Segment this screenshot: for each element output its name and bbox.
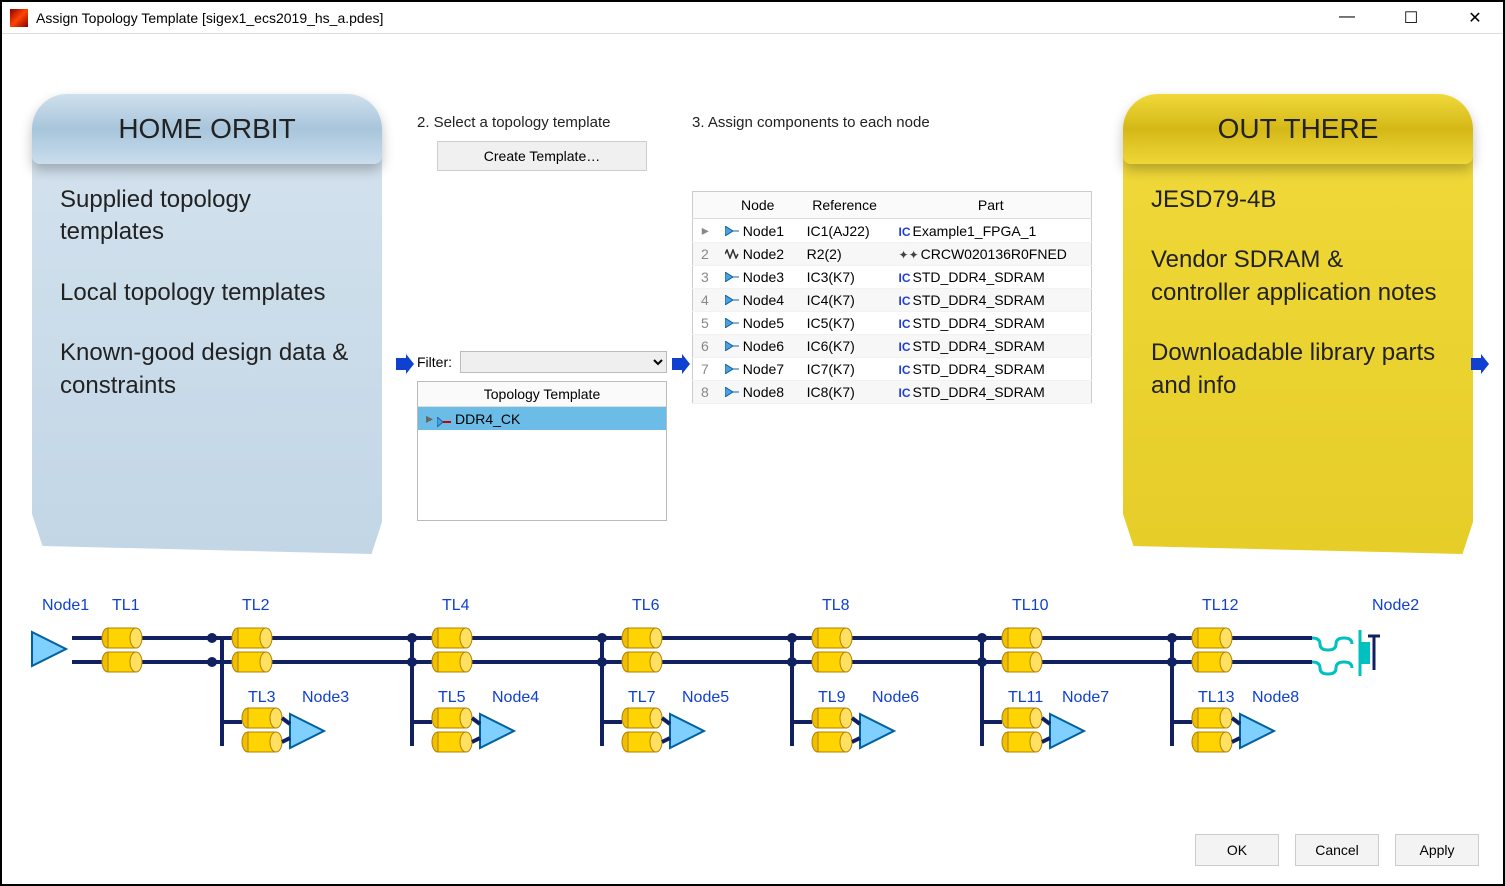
dialog-buttons: OK Cancel Apply	[1195, 834, 1479, 866]
table-row[interactable]: 5Node5IC5(K7)ICSTD_DDR4_SDRAM	[693, 312, 1092, 335]
maximize-button[interactable]: ☐	[1391, 8, 1431, 28]
apply-button[interactable]: Apply	[1395, 834, 1479, 866]
step2-panel: 2. Select a topology template Create Tem…	[417, 114, 667, 521]
svg-text:TL10: TL10	[1012, 597, 1049, 614]
step-arrow-icon	[1469, 354, 1489, 374]
svg-text:TL13: TL13	[1198, 689, 1235, 706]
out-there-line1: JESD79-4B	[1151, 184, 1445, 216]
diagram-label-node2: Node2	[1372, 597, 1419, 614]
table-row[interactable]: 3Node3IC3(K7)ICSTD_DDR4_SDRAM	[693, 266, 1092, 289]
diagram-label-node1: Node1	[42, 597, 89, 614]
out-there-title: OUT THERE	[1123, 94, 1473, 164]
create-template-button[interactable]: Create Template…	[437, 141, 647, 171]
window-title: Assign Topology Template [sigex1_ecs2019…	[36, 10, 1327, 26]
step3-panel: 3. Assign components to each node Node R…	[692, 114, 1092, 404]
home-orbit-line2: Local topology templates	[60, 277, 354, 309]
home-orbit-title: HOME ORBIT	[32, 94, 382, 164]
svg-text:Node5: Node5	[682, 689, 729, 706]
svg-text:TL5: TL5	[438, 689, 466, 706]
titlebar: Assign Topology Template [sigex1_ecs2019…	[2, 2, 1503, 34]
filter-label: Filter:	[417, 354, 452, 370]
step2-heading: 2. Select a topology template	[417, 114, 667, 131]
step-arrow-icon	[670, 354, 690, 374]
col-reference: Reference	[799, 192, 891, 219]
svg-text:TL11: TL11	[1008, 689, 1043, 706]
filter-select[interactable]	[460, 351, 667, 373]
template-row-ddr4ck[interactable]: ▸ DDR4_CK	[418, 407, 666, 430]
out-there-banner: OUT THERE JESD79-4B Vendor SDRAM & contr…	[1123, 94, 1473, 554]
svg-text:TL7: TL7	[628, 689, 656, 706]
ok-button[interactable]: OK	[1195, 834, 1279, 866]
home-orbit-line1: Supplied topology templates	[60, 184, 354, 249]
home-orbit-banner: HOME ORBIT Supplied topology templates L…	[32, 94, 382, 554]
main-panel: HOME ORBIT Supplied topology templates L…	[2, 34, 1503, 590]
svg-text:TL4: TL4	[442, 597, 470, 614]
table-row[interactable]: ▸Node1IC1(AJ22)ICExample1_FPGA_1	[693, 219, 1092, 243]
svg-text:TL3: TL3	[248, 689, 276, 706]
table-row[interactable]: 7Node7IC7(K7)ICSTD_DDR4_SDRAM	[693, 358, 1092, 381]
step-arrow-icon	[394, 354, 414, 374]
minimize-button[interactable]: —	[1327, 8, 1367, 28]
svg-text:TL1: TL1	[112, 597, 140, 614]
table-row[interactable]: 4Node4IC4(K7)ICSTD_DDR4_SDRAM	[693, 289, 1092, 312]
cancel-button[interactable]: Cancel	[1295, 834, 1379, 866]
topology-diagram: Node1 TL1 TL2 TL4 TL6 TL8 TL10 TL12 TL3 Node3 TL5…	[12, 590, 1492, 790]
svg-text:TL2: TL2	[242, 597, 270, 614]
out-there-line3: Downloadable library parts and info	[1151, 337, 1445, 402]
table-row[interactable]: 8Node8IC8(K7)ICSTD_DDR4_SDRAM	[693, 381, 1092, 404]
template-icon	[437, 414, 451, 424]
svg-text:TL8: TL8	[822, 597, 850, 614]
home-orbit-line3: Known-good design data & constraints	[60, 337, 354, 402]
close-button[interactable]: ✕	[1455, 8, 1495, 28]
template-list[interactable]: Topology Template ▸ DDR4_CK	[417, 381, 667, 521]
template-list-header: Topology Template	[418, 382, 666, 407]
svg-text:TL9: TL9	[818, 689, 846, 706]
out-there-line2: Vendor SDRAM & controller application no…	[1151, 244, 1445, 309]
svg-text:Node8: Node8	[1252, 689, 1299, 706]
svg-text:Node4: Node4	[492, 689, 539, 706]
svg-text:Node3: Node3	[302, 689, 349, 706]
step3-heading: 3. Assign components to each node	[692, 114, 1092, 131]
node-assignment-table[interactable]: Node Reference Part ▸Node1IC1(AJ22)ICExa…	[692, 191, 1092, 404]
col-part: Part	[891, 192, 1092, 219]
svg-text:Node7: Node7	[1062, 689, 1109, 706]
col-node: Node	[717, 192, 799, 219]
svg-text:Node6: Node6	[872, 689, 919, 706]
svg-text:TL6: TL6	[632, 597, 660, 614]
template-name: DDR4_CK	[455, 411, 520, 427]
svg-text:TL12: TL12	[1202, 597, 1239, 614]
table-row[interactable]: 6Node6IC6(K7)ICSTD_DDR4_SDRAM	[693, 335, 1092, 358]
app-icon	[10, 9, 28, 27]
table-row[interactable]: 2Node2R2(2)✦✦CRCW020136R0FNED	[693, 243, 1092, 266]
